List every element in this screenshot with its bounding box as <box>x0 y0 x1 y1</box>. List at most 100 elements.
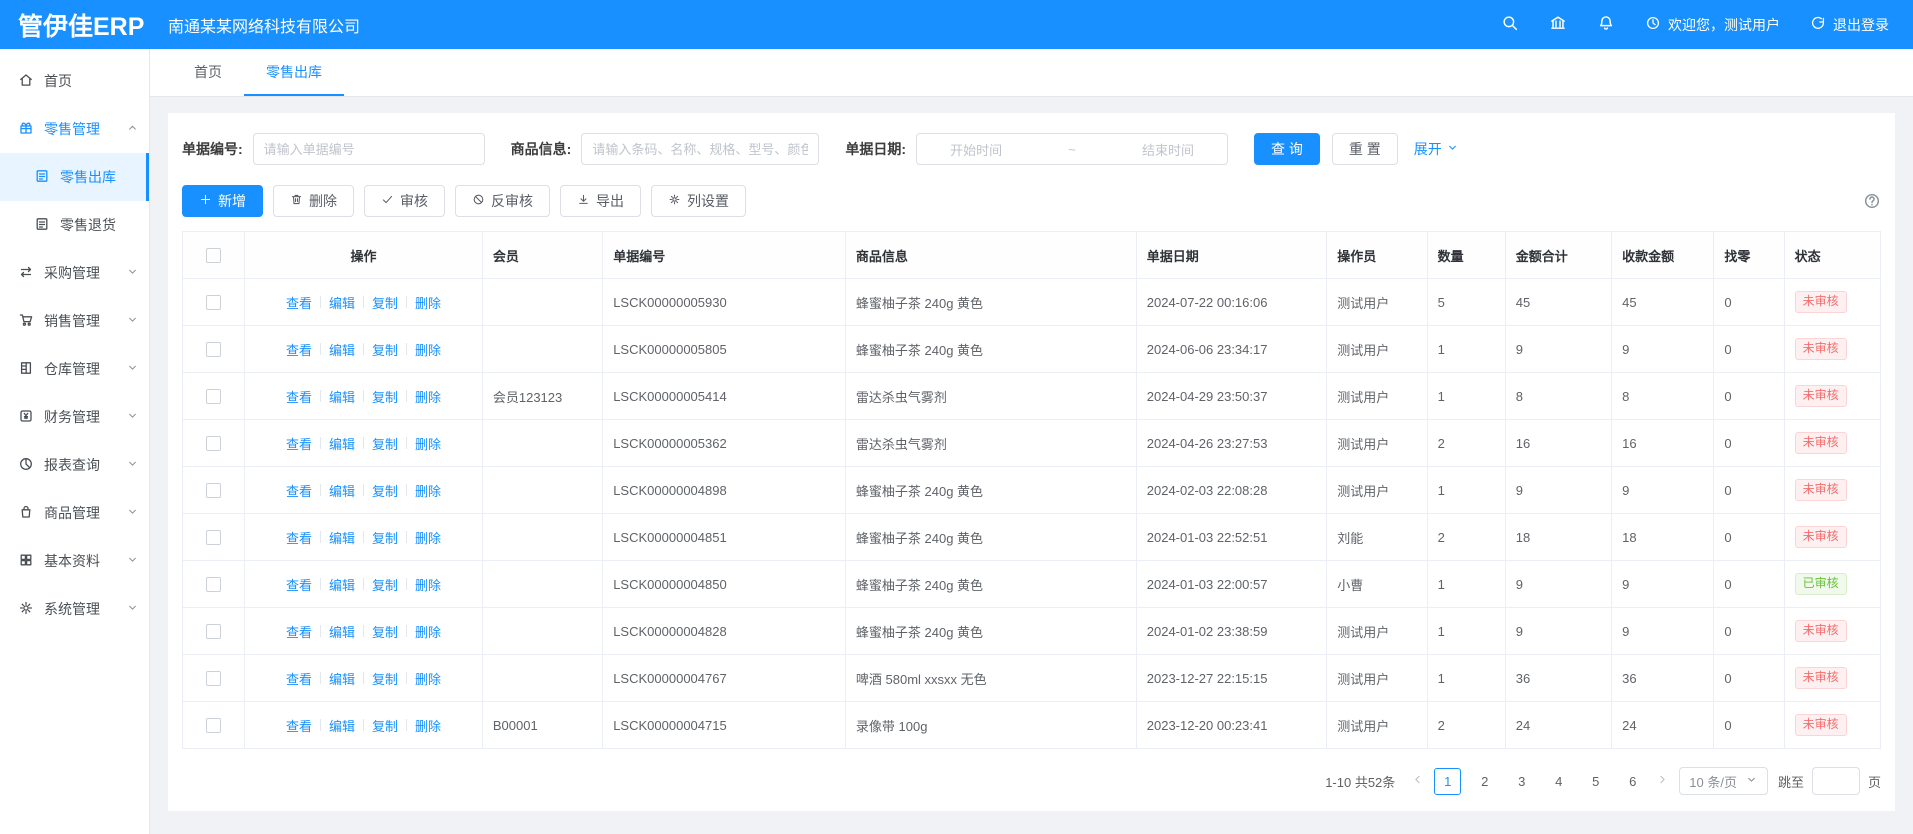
view-link[interactable]: 查看 <box>286 293 312 312</box>
expand-toggle[interactable]: 展开 <box>1414 139 1459 159</box>
sidebar-item-system-management[interactable]: 系统管理 <box>0 585 149 633</box>
view-link[interactable]: 查看 <box>286 387 312 406</box>
page-number[interactable]: 5 <box>1582 768 1609 795</box>
copy-link[interactable]: 复制 <box>372 528 398 547</box>
product-info-input[interactable] <box>581 133 819 165</box>
view-link[interactable]: 查看 <box>286 434 312 453</box>
view-link[interactable]: 查看 <box>286 340 312 359</box>
copy-link[interactable]: 复制 <box>372 340 398 359</box>
delete-link[interactable]: 删除 <box>415 716 441 735</box>
page-number[interactable]: 6 <box>1619 768 1646 795</box>
unaudit-button[interactable]: 反审核 <box>455 185 550 217</box>
edit-link[interactable]: 编辑 <box>329 622 355 641</box>
delete-link[interactable]: 删除 <box>415 434 441 453</box>
copy-link[interactable]: 复制 <box>372 387 398 406</box>
edit-link[interactable]: 编辑 <box>329 481 355 500</box>
cell-change: 0 <box>1714 467 1784 514</box>
date-range-picker[interactable]: 开始时间 ~ 结束时间 <box>916 133 1228 165</box>
delete-link[interactable]: 删除 <box>415 387 441 406</box>
sidebar-item-product-management[interactable]: 商品管理 <box>0 489 149 537</box>
bell-icon[interactable] <box>1597 14 1615 35</box>
copy-link[interactable]: 复制 <box>372 293 398 312</box>
edit-link[interactable]: 编辑 <box>329 387 355 406</box>
row-checkbox[interactable] <box>206 342 221 357</box>
delete-button[interactable]: 删除 <box>273 185 354 217</box>
table-row: 查看 编辑 复制 删除 LSCK00000005362 雷达杀虫气雾剂 2024… <box>183 420 1881 467</box>
page-size-select[interactable]: 10 条/页 <box>1679 767 1768 795</box>
copy-link[interactable]: 复制 <box>372 622 398 641</box>
sidebar-item-purchase-management[interactable]: 采购管理 <box>0 249 149 297</box>
row-checkbox[interactable] <box>206 624 221 639</box>
document-icon <box>34 168 50 187</box>
add-button[interactable]: 新增 <box>182 185 263 217</box>
table-body: 查看 编辑 复制 删除 LSCK00000005930 蜂蜜柚子茶 240g 黄… <box>183 279 1881 749</box>
view-link[interactable]: 查看 <box>286 481 312 500</box>
row-checkbox[interactable] <box>206 530 221 545</box>
delete-link[interactable]: 删除 <box>415 481 441 500</box>
row-checkbox[interactable] <box>206 718 221 733</box>
row-checkbox[interactable] <box>206 295 221 310</box>
question-icon[interactable] <box>1863 192 1881 210</box>
view-link[interactable]: 查看 <box>286 716 312 735</box>
edit-link[interactable]: 编辑 <box>329 340 355 359</box>
page-number[interactable]: 4 <box>1545 768 1572 795</box>
sidebar-item-report-query[interactable]: 报表查询 <box>0 441 149 489</box>
order-no-input[interactable] <box>253 133 485 165</box>
view-link[interactable]: 查看 <box>286 622 312 641</box>
sidebar-item-retail-outbound[interactable]: 零售出库 <box>0 153 149 201</box>
logout-button[interactable]: 退出登录 <box>1810 15 1889 35</box>
page-number[interactable]: 2 <box>1471 768 1498 795</box>
prev-page-button[interactable] <box>1411 773 1424 789</box>
view-link[interactable]: 查看 <box>286 528 312 547</box>
tab-home[interactable]: 首页 <box>172 49 244 96</box>
tab-retail-outbound[interactable]: 零售出库 <box>244 49 344 96</box>
sidebar-item-sales-management[interactable]: 销售管理 <box>0 297 149 345</box>
bank-icon[interactable] <box>1549 14 1567 35</box>
cell-date: 2024-06-06 23:34:17 <box>1136 326 1327 373</box>
edit-link[interactable]: 编辑 <box>329 293 355 312</box>
search-icon[interactable] <box>1501 14 1519 35</box>
reset-button[interactable]: 重 置 <box>1332 133 1398 165</box>
delete-link[interactable]: 删除 <box>415 340 441 359</box>
delete-link[interactable]: 删除 <box>415 575 441 594</box>
delete-link[interactable]: 删除 <box>415 293 441 312</box>
edit-link[interactable]: 编辑 <box>329 434 355 453</box>
copy-link[interactable]: 复制 <box>372 434 398 453</box>
search-button[interactable]: 查 询 <box>1254 133 1320 165</box>
page-number[interactable]: 3 <box>1508 768 1535 795</box>
delete-link[interactable]: 删除 <box>415 528 441 547</box>
export-button[interactable]: 导出 <box>560 185 641 217</box>
select-all-checkbox[interactable] <box>206 248 221 263</box>
copy-link[interactable]: 复制 <box>372 669 398 688</box>
copy-link[interactable]: 复制 <box>372 481 398 500</box>
sidebar-item-warehouse-management[interactable]: 仓库管理 <box>0 345 149 393</box>
sidebar-item-home[interactable]: 首页 <box>0 57 149 105</box>
welcome-user[interactable]: 欢迎您，测试用户 <box>1645 15 1780 35</box>
delete-link[interactable]: 删除 <box>415 622 441 641</box>
column-settings-button[interactable]: 列设置 <box>651 185 746 217</box>
edit-link[interactable]: 编辑 <box>329 669 355 688</box>
row-checkbox[interactable] <box>206 436 221 451</box>
sidebar-item-retail-management[interactable]: 零售管理 <box>0 105 149 153</box>
page-number[interactable]: 1 <box>1434 768 1461 795</box>
copy-link[interactable]: 复制 <box>372 716 398 735</box>
jump-page-input[interactable] <box>1812 767 1860 795</box>
row-checkbox[interactable] <box>206 389 221 404</box>
next-page-button[interactable] <box>1656 773 1669 789</box>
delete-link[interactable]: 删除 <box>415 669 441 688</box>
sidebar-item-finance-management[interactable]: 财务管理 <box>0 393 149 441</box>
cell-operator: 测试用户 <box>1327 279 1427 326</box>
edit-link[interactable]: 编辑 <box>329 575 355 594</box>
sidebar-item-basic-data[interactable]: 基本资料 <box>0 537 149 585</box>
row-checkbox[interactable] <box>206 483 221 498</box>
edit-link[interactable]: 编辑 <box>329 528 355 547</box>
chevron-right-icon <box>1656 773 1669 789</box>
edit-link[interactable]: 编辑 <box>329 716 355 735</box>
view-link[interactable]: 查看 <box>286 669 312 688</box>
audit-button[interactable]: 审核 <box>364 185 445 217</box>
sidebar-item-retail-return[interactable]: 零售退货 <box>0 201 149 249</box>
copy-link[interactable]: 复制 <box>372 575 398 594</box>
view-link[interactable]: 查看 <box>286 575 312 594</box>
row-checkbox[interactable] <box>206 671 221 686</box>
row-checkbox[interactable] <box>206 577 221 592</box>
